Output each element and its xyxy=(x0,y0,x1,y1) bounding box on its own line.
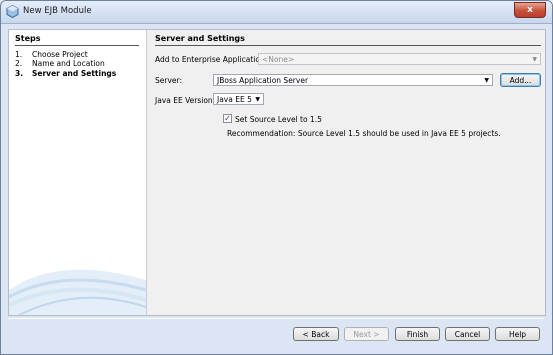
chevron-down-icon: ▼ xyxy=(532,56,537,63)
close-button[interactable]: x xyxy=(514,2,546,18)
javaee-version-value: Java EE 5 xyxy=(217,95,252,104)
enterprise-app-value: <None> xyxy=(262,55,295,64)
panel-divider xyxy=(155,45,541,46)
footer-divider xyxy=(8,318,544,319)
new-ejb-module-dialog: New EJB Module x Steps 1. Choose Project … xyxy=(0,0,553,355)
chevron-down-icon: ▼ xyxy=(255,96,260,103)
check-icon: ✓ xyxy=(224,114,231,123)
chevron-down-icon: ▼ xyxy=(484,77,489,84)
step-number: 2. xyxy=(15,59,23,68)
next-button[interactable]: Next > xyxy=(344,327,389,341)
source-level-checkbox[interactable]: ✓ xyxy=(223,114,232,123)
add-server-button[interactable]: Add... xyxy=(500,73,541,87)
step-number: 3. xyxy=(15,69,24,78)
enterprise-app-label: Add to Enterprise Application: xyxy=(155,55,268,64)
window-title: New EJB Module xyxy=(23,6,92,16)
server-label: Server: xyxy=(155,76,182,85)
source-level-label: Set Source Level to 1.5 xyxy=(235,115,322,124)
step-name-and-location: 2. Name and Location xyxy=(15,59,105,68)
panel-title: Server and Settings xyxy=(155,34,245,43)
enterprise-app-select[interactable]: <None> ▼ xyxy=(258,53,541,65)
recommendation-text: Recommendation: Source Level 1.5 should … xyxy=(227,129,501,138)
step-server-and-settings: 3. Server and Settings xyxy=(15,69,116,78)
back-button[interactable]: < Back xyxy=(293,327,339,341)
help-button[interactable]: Help xyxy=(495,327,540,341)
dialog-content: Steps 1. Choose Project 2. Name and Locati… xyxy=(8,29,546,316)
server-select[interactable]: JBoss Application Server ▼ xyxy=(213,74,493,86)
javaee-version-label: Java EE Version: xyxy=(155,96,216,105)
netbeans-icon xyxy=(6,5,19,18)
step-number: 1. xyxy=(15,50,23,59)
step-choose-project: 1. Choose Project xyxy=(15,50,88,59)
steps-panel: Steps 1. Choose Project 2. Name and Locati… xyxy=(9,30,147,315)
server-value: JBoss Application Server xyxy=(217,76,309,85)
step-label: Choose Project xyxy=(32,50,88,59)
close-icon: x xyxy=(527,5,533,15)
step-label: Server and Settings xyxy=(32,69,117,78)
finish-button[interactable]: Finish xyxy=(395,327,440,341)
decorative-swoosh xyxy=(9,269,146,315)
steps-title: Steps xyxy=(15,34,41,43)
cancel-button[interactable]: Cancel xyxy=(445,327,490,341)
steps-divider xyxy=(15,45,139,46)
title-bar: New EJB Module x xyxy=(1,1,552,24)
javaee-version-select[interactable]: Java EE 5 ▼ xyxy=(213,93,264,105)
settings-panel: Server and Settings Add to Enterprise Ap… xyxy=(147,30,545,315)
step-label: Name and Location xyxy=(32,59,105,68)
